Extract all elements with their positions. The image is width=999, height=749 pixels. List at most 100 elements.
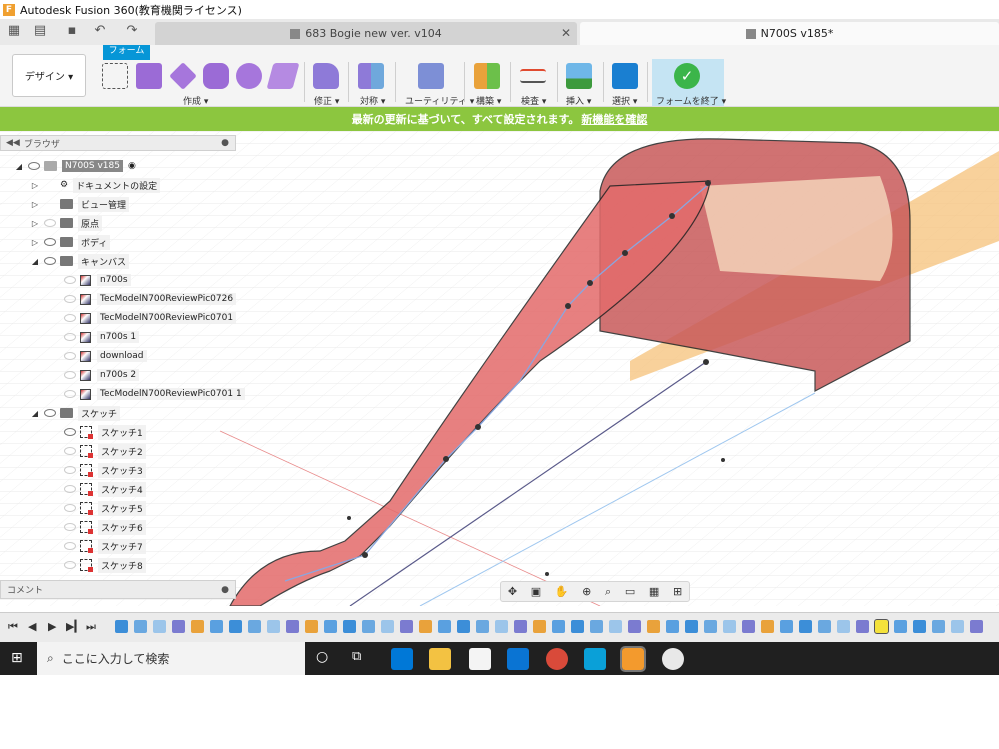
- timeline-feature-icon[interactable]: [134, 620, 147, 633]
- symmetry-menu[interactable]: 対称 ▾: [360, 94, 385, 107]
- timeline-feature-icon[interactable]: [229, 620, 242, 633]
- timeline-feature-icon[interactable]: [761, 620, 774, 633]
- timeline-feature-icon[interactable]: [115, 620, 128, 633]
- visibility-icon[interactable]: [64, 428, 76, 436]
- timeline-feature-icon[interactable]: [837, 620, 850, 633]
- construct-icon[interactable]: [474, 63, 500, 89]
- visibility-icon[interactable]: [28, 162, 40, 170]
- inspect-icon[interactable]: [520, 69, 546, 83]
- edge-icon[interactable]: [391, 648, 413, 670]
- viewports-icon[interactable]: ⊞: [673, 585, 682, 598]
- tree-item-sketch[interactable]: スケッチ3: [60, 461, 146, 479]
- timeline-feature-icon[interactable]: [704, 620, 717, 633]
- visibility-icon[interactable]: [64, 447, 76, 455]
- box-icon[interactable]: [136, 63, 162, 89]
- tab-bogie[interactable]: 683 Bogie new ver. v104 ✕: [155, 22, 577, 45]
- activate-radio-icon[interactable]: ◉: [128, 161, 136, 171]
- timeline-feature-icon[interactable]: [324, 620, 337, 633]
- tree-item-canvas[interactable]: TecModelN700ReviewPic0701: [60, 309, 237, 327]
- visibility-icon[interactable]: [44, 257, 56, 265]
- timeline-feature-icon[interactable]: [818, 620, 831, 633]
- visibility-icon[interactable]: [64, 466, 76, 474]
- sphere-icon[interactable]: [236, 63, 262, 89]
- tree-item-sketches[interactable]: ◢ スケッチ: [30, 404, 121, 422]
- plane-icon[interactable]: [169, 62, 197, 90]
- visibility-icon[interactable]: [64, 523, 76, 531]
- timeline-feature-icon[interactable]: [210, 620, 223, 633]
- tree-item-canvas[interactable]: TecModelN700ReviewPic0701 1: [60, 385, 245, 403]
- look-at-icon[interactable]: ▣: [531, 585, 541, 598]
- expand-icon[interactable]: ▷: [30, 181, 40, 190]
- select-icon[interactable]: [612, 63, 638, 89]
- tree-item-canvases[interactable]: ◢ キャンバス: [30, 252, 130, 270]
- visibility-icon[interactable]: [64, 561, 76, 569]
- timeline-feature-icon[interactable]: [476, 620, 489, 633]
- tree-item-canvas[interactable]: TecModelN700ReviewPic0726: [60, 290, 237, 308]
- visibility-icon[interactable]: [64, 485, 76, 493]
- close-icon[interactable]: ✕: [561, 26, 571, 40]
- tree-item-sketch[interactable]: スケッチ5: [60, 499, 146, 517]
- tab-form[interactable]: フォーム: [103, 45, 150, 58]
- timeline-feature-icon[interactable]: [514, 620, 527, 633]
- create-menu[interactable]: 作成 ▾: [183, 94, 208, 107]
- tree-item-bodies[interactable]: ▷ ボディ: [30, 233, 111, 251]
- tree-item-canvas[interactable]: n700s: [60, 271, 131, 289]
- timeline-feature-icon[interactable]: [609, 620, 622, 633]
- timeline-feature-icon[interactable]: [172, 620, 185, 633]
- comments-panel[interactable]: コメント ●: [0, 580, 236, 599]
- visibility-icon[interactable]: [64, 314, 76, 322]
- timeline-feature-icon[interactable]: [571, 620, 584, 633]
- utilities-icon[interactable]: [418, 63, 444, 89]
- select-menu[interactable]: 選択 ▾: [612, 94, 637, 107]
- cylinder-icon[interactable]: [203, 63, 229, 89]
- visibility-icon[interactable]: [64, 371, 76, 379]
- checkmark-icon[interactable]: ✓: [674, 63, 700, 89]
- visibility-icon[interactable]: [64, 542, 76, 550]
- save-icon[interactable]: ▪: [64, 23, 80, 39]
- store-icon[interactable]: [469, 648, 491, 670]
- cortana-icon[interactable]: ○: [316, 649, 328, 665]
- tree-item-doc-settings[interactable]: ▷ ⚙ ドキュメントの設定: [30, 176, 161, 194]
- timeline-feature-icon[interactable]: [533, 620, 546, 633]
- collapse-icon[interactable]: ◢: [30, 409, 40, 418]
- browser-header[interactable]: ◀◀ ブラウザ ●: [0, 135, 236, 151]
- orbit-icon[interactable]: ✥: [508, 585, 517, 598]
- timeline-feature-icon[interactable]: [742, 620, 755, 633]
- tree-item-view-manager[interactable]: ▷ ビュー管理: [30, 195, 130, 213]
- windows-start-icon[interactable]: ⊞: [11, 650, 23, 666]
- collapse-icon[interactable]: ◢: [30, 257, 40, 266]
- timeline-feature-icon[interactable]: [590, 620, 603, 633]
- visibility-icon[interactable]: [44, 238, 56, 246]
- redo-icon[interactable]: ↷: [124, 23, 140, 39]
- timeline-feature-icon[interactable]: [191, 620, 204, 633]
- pin-icon[interactable]: ●: [221, 138, 229, 148]
- collapse-icon[interactable]: ◀◀: [6, 138, 20, 148]
- mail-icon[interactable]: [507, 648, 529, 670]
- timeline-feature-icon[interactable]: [780, 620, 793, 633]
- symmetry-icon[interactable]: [358, 63, 384, 89]
- timeline-feature-icon[interactable]: [874, 619, 889, 634]
- timeline-feature-icon[interactable]: [552, 620, 565, 633]
- insert-menu[interactable]: 挿入 ▾: [566, 94, 591, 107]
- expand-icon[interactable]: ▷: [30, 238, 40, 247]
- timeline-feature-icon[interactable]: [666, 620, 679, 633]
- taskbar-search[interactable]: ⌕ ここに入力して検索: [37, 642, 305, 675]
- expand-icon[interactable]: ▷: [30, 219, 40, 228]
- play-icon[interactable]: ▶: [48, 620, 56, 633]
- timeline-feature-icon[interactable]: [628, 620, 641, 633]
- game-app-icon[interactable]: [662, 648, 684, 670]
- timeline-feature-icon[interactable]: [723, 620, 736, 633]
- timeline-feature-icon[interactable]: [248, 620, 261, 633]
- step-back-icon[interactable]: ◀: [28, 620, 36, 633]
- inspect-menu[interactable]: 検査 ▾: [521, 94, 546, 107]
- step-forward-icon[interactable]: ▶▎: [66, 620, 83, 633]
- app-c-icon[interactable]: [584, 648, 606, 670]
- zoom-icon[interactable]: ⊕: [582, 585, 591, 598]
- undo-icon[interactable]: ↶: [92, 23, 108, 39]
- workspace-switcher-button[interactable]: デザイン ▾: [12, 54, 86, 97]
- timeline-feature-icon[interactable]: [400, 620, 413, 633]
- timeline-feature-icon[interactable]: [381, 620, 394, 633]
- timeline-feature-icon[interactable]: [153, 620, 166, 633]
- task-view-icon[interactable]: ⧉: [352, 649, 361, 664]
- file-explorer-icon[interactable]: [429, 648, 451, 670]
